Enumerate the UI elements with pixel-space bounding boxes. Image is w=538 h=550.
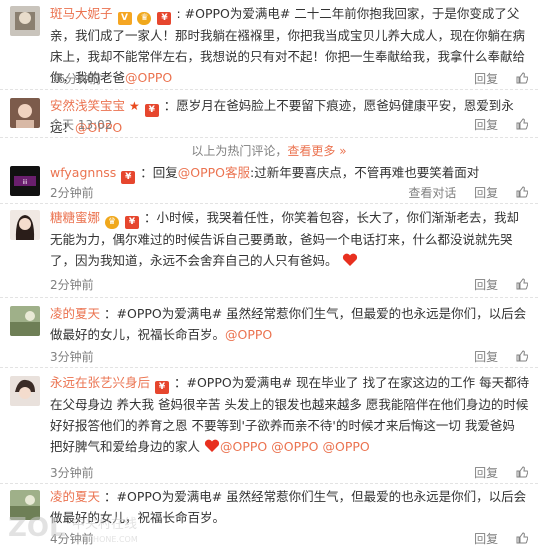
svg-text:中关村在线: 中关村在线: [72, 517, 137, 532]
comment-text: :过新年要喜庆点，不管再难也要笑着面对: [250, 165, 480, 180]
comment-actions: 回复: [460, 276, 528, 293]
red-packet-icon: ¥: [124, 216, 139, 229]
red-packet-icon: ¥: [157, 12, 172, 25]
reply-button[interactable]: 回复: [474, 466, 498, 480]
avatar[interactable]: [10, 6, 40, 36]
like-icon[interactable]: [516, 118, 528, 130]
avatar[interactable]: iii: [10, 166, 40, 196]
verified-badge-icon: V: [117, 12, 132, 25]
like-icon[interactable]: [516, 532, 528, 544]
commenter-name[interactable]: wfyagnnss: [50, 165, 116, 180]
comment-actions: 查看对话 回复: [394, 184, 528, 201]
like-icon[interactable]: [516, 72, 528, 84]
more-arrow-icon[interactable]: »: [339, 144, 346, 158]
svg-text:ZOLPHONE.COM: ZOLPHONE.COM: [72, 535, 138, 544]
comment-text: ：小时候，我哭着任性，你笑着包容，长大了，你们渐渐老去，我却无能为力，偶尔难过的…: [50, 210, 519, 268]
commenter-name[interactable]: 凌的夏天: [50, 306, 100, 321]
mention-link[interactable]: @OPPO: [220, 439, 267, 454]
star-icon: ★: [129, 99, 140, 113]
commenter-name[interactable]: 安然浅笑宝宝: [50, 98, 125, 113]
mention-link[interactable]: @OPPO: [125, 70, 172, 85]
avatar[interactable]: [10, 376, 40, 406]
mention-link[interactable]: @OPPO客服: [178, 165, 250, 180]
like-icon[interactable]: [516, 278, 528, 290]
comment-time: 3分钟前: [50, 466, 94, 480]
avatar[interactable]: [10, 210, 40, 240]
mention-link[interactable]: @OPPO: [323, 439, 370, 454]
comment-time: 3分钟前: [50, 350, 94, 364]
comment-actions: 回复: [460, 70, 528, 87]
comment-time: 36分钟前: [50, 72, 102, 86]
view-more-link[interactable]: 查看更多: [287, 144, 335, 158]
svg-text:iii: iii: [22, 179, 27, 186]
vip-crown-icon: ♛: [137, 12, 152, 25]
avatar[interactable]: [10, 306, 40, 336]
comment-actions: 回复: [460, 464, 528, 481]
reply-button[interactable]: 回复: [474, 118, 498, 132]
comment-actions: 回复: [460, 116, 528, 133]
mention-link[interactable]: @OPPO: [225, 327, 272, 342]
like-icon[interactable]: [516, 186, 528, 198]
like-icon[interactable]: [516, 466, 528, 478]
comment-actions: 回复: [460, 348, 528, 365]
commenter-name[interactable]: 糖糖蜜娜: [50, 210, 100, 225]
vip-crown-icon: ♛: [105, 216, 119, 229]
mention-link[interactable]: @OPPO: [271, 439, 318, 454]
comment-item: 糖糖蜜娜 ♛ ¥ ：小时候，我哭着任性，你笑着包容，长大了，你们渐渐老去，我却无…: [0, 204, 538, 298]
heart-emoji-icon: [342, 253, 357, 266]
view-conversation-button[interactable]: 查看对话: [408, 186, 456, 200]
commenter-name[interactable]: 斑马大妮子: [50, 6, 113, 21]
heart-emoji-icon: [204, 439, 220, 452]
red-packet-icon: ¥: [121, 171, 136, 184]
comment-item: iii wfyagnnss ¥ ：回复@OPPO客服:过新年要喜庆点，不管再难也…: [0, 160, 538, 204]
comment-item: 安然浅笑宝宝 ★ ¥ ：愿岁月在爸妈脸上不要留下痕迹，愿爸妈健康平安，恩爱到永远…: [0, 90, 538, 138]
comment-item: 凌的夏天 ：#OPPO为爱满电# 虽然经常惹你们生气，但最爱的也永远是你们，以后…: [0, 298, 538, 368]
separator-text: 以上为热门评论，: [191, 144, 288, 158]
commenter-name[interactable]: 永远在张艺兴身后: [50, 375, 150, 390]
reply-button[interactable]: 回复: [474, 532, 498, 546]
comment-actions: 回复: [460, 530, 528, 547]
avatar[interactable]: [10, 98, 40, 128]
svg-text:ZOL: ZOL: [8, 513, 66, 543]
comment-time: 2分钟前: [50, 186, 94, 200]
comment-list: 斑马大妮子 V ♛ ¥ : #OPPO为爱满电# 二十二年前你抱我回家，于是你变…: [0, 0, 538, 550]
commenter-name[interactable]: 凌的夏天: [50, 489, 100, 504]
reply-button[interactable]: 回复: [474, 72, 498, 86]
comment-time: 2分钟前: [50, 278, 94, 292]
like-icon[interactable]: [516, 350, 528, 362]
hot-comments-separator: 以上为热门评论，查看更多 »: [0, 142, 538, 159]
comment-text-prefix: ：回复: [140, 165, 178, 180]
reply-button[interactable]: 回复: [474, 278, 498, 292]
red-packet-icon: ¥: [144, 104, 159, 117]
comment-item: 永远在张艺兴身后 ¥ ：#OPPO为爱满电# 现在毕业了 找了在家这边的工作 每…: [0, 368, 538, 484]
zol-watermark-logo: ZOL 中关村在线 ZOLPHONE.COM: [8, 513, 138, 544]
comment-time: 今天 13:02: [50, 118, 113, 132]
red-packet-icon: ¥: [155, 381, 169, 394]
comment-text: ：#OPPO为爱满电# 虽然经常惹你们生气，但最爱的也永远是你们，以后会做最好的…: [50, 306, 527, 342]
reply-button[interactable]: 回复: [474, 186, 498, 200]
reply-button[interactable]: 回复: [474, 350, 498, 364]
comment-item: 斑马大妮子 V ♛ ¥ : #OPPO为爱满电# 二十二年前你抱我回家，于是你变…: [0, 0, 538, 90]
